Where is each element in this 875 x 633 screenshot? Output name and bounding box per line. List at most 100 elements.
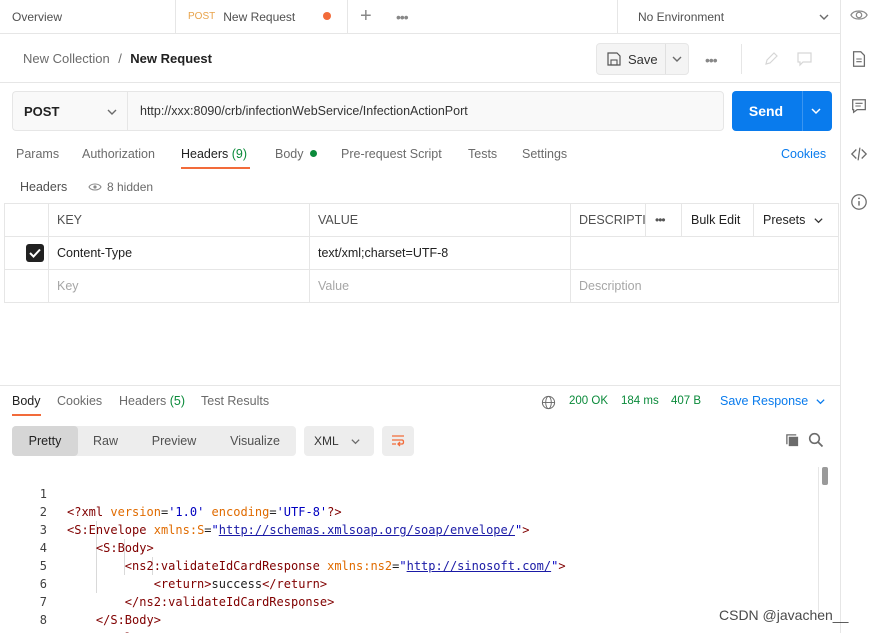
send-label: Send [748, 103, 784, 119]
eye-small-icon [88, 183, 102, 191]
code-line: 2 <S:Envelope xmlns:S="http://schemas.xm… [0, 485, 820, 537]
presets-chevron-down-icon [814, 217, 824, 223]
tab-params[interactable]: Params [16, 147, 59, 161]
send-button-group: Send [732, 91, 832, 131]
code-line: 8 </S:Envelope> [0, 593, 820, 633]
response-status[interactable]: 200 OK [569, 395, 608, 407]
response-time[interactable]: 184 ms [621, 395, 659, 407]
globe-icon[interactable] [541, 395, 556, 410]
edit-pencil-icon[interactable] [763, 51, 779, 67]
breadcrumb-request[interactable]: New Request [130, 51, 212, 66]
scrollbar-thumb[interactable] [822, 467, 828, 485]
new-key-input[interactable]: Key [48, 270, 309, 302]
send-button[interactable]: Send [732, 91, 800, 131]
save-response-label: Save Response [720, 394, 809, 408]
search-icon[interactable] [808, 432, 824, 448]
checkmark-icon [29, 248, 41, 258]
bulk-edit-button[interactable]: Bulk Edit [682, 204, 753, 236]
hidden-headers-label: 8 hidden [107, 180, 154, 194]
tab-overview[interactable]: Overview [0, 0, 176, 33]
header-row-checkbox[interactable] [26, 244, 44, 262]
new-tab-plus-icon[interactable]: + [360, 5, 372, 28]
save-chevron-down-icon[interactable] [671, 53, 683, 65]
url-input[interactable]: http://xxx:8090/crb/infectionWebService/… [127, 91, 724, 131]
col-header-value: VALUE [318, 213, 359, 227]
cookies-link[interactable]: Cookies [781, 147, 826, 161]
response-tab-headers-count: (5) [169, 394, 186, 408]
tab-body[interactable]: Body [275, 147, 317, 161]
response-tab-headers[interactable]: Headers (5) [119, 394, 185, 408]
view-mode-raw[interactable]: Raw [78, 426, 133, 456]
view-mode-group: Pretty Raw Preview Visualize [12, 426, 296, 456]
tab-new-request[interactable]: POST New Request [176, 0, 348, 33]
tab-title-label: New Request [223, 9, 296, 24]
tab-tests[interactable]: Tests [468, 147, 497, 161]
col-header-key: KEY [57, 213, 83, 227]
header-row-value[interactable]: text/xml;charset=UTF-8 [309, 237, 570, 269]
tab-authorization[interactable]: Authorization [82, 147, 155, 161]
document-icon[interactable] [850, 50, 868, 68]
tab-method-label: POST [188, 11, 216, 22]
response-tab-test-results[interactable]: Test Results [201, 394, 269, 408]
method-select[interactable]: POST [12, 91, 128, 131]
presets-dropdown[interactable]: Presets [754, 204, 838, 236]
response-tab-underline [12, 414, 41, 416]
response-size[interactable]: 407 B [671, 395, 701, 407]
request-more-icon[interactable]: ••• [705, 52, 718, 68]
copy-icon[interactable] [785, 433, 800, 448]
save-button[interactable]: Save [597, 44, 665, 74]
method-chevron-down-icon [107, 109, 117, 115]
header-row-description[interactable] [570, 237, 838, 269]
comments-icon[interactable] [796, 51, 813, 67]
body-indicator-dot [309, 150, 317, 157]
code-line: 1 <?xml version='1.0' encoding='UTF-8'?> [0, 467, 820, 519]
environment-select[interactable]: No Environment [617, 0, 840, 33]
eye-icon[interactable] [850, 6, 868, 24]
send-chevron-down-icon[interactable] [810, 105, 822, 117]
tab-settings[interactable]: Settings [522, 147, 567, 161]
response-code-editor[interactable]: 1 <?xml version='1.0' encoding='UTF-8'?>… [0, 467, 820, 633]
response-tab-cookies[interactable]: Cookies [57, 394, 102, 408]
view-mode-visualize[interactable]: Visualize [215, 426, 295, 456]
headers-section-title: Headers [20, 180, 68, 194]
wrap-icon [392, 435, 405, 447]
right-sidebar [840, 0, 875, 633]
response-tab-headers-label: Headers [119, 394, 167, 408]
hidden-headers-toggle[interactable]: 8 hidden [88, 180, 153, 194]
comment-icon[interactable] [850, 97, 868, 115]
tab-bar: Overview POST New Request + ••• No Envir… [0, 0, 840, 34]
code-icon[interactable] [850, 145, 868, 163]
save-response-chevron-down-icon [816, 398, 825, 404]
breadcrumb-collection[interactable]: New Collection [23, 51, 110, 66]
code-text: </S:Body> [95, 613, 161, 627]
watermark: CSDN @javachen__ [719, 607, 849, 623]
view-mode-preview[interactable]: Preview [135, 426, 213, 456]
code-line: 4 <ns2:validateIdCardResponse xmlns:ns2=… [0, 521, 820, 573]
unsaved-dot [323, 12, 331, 20]
view-mode-pretty[interactable]: Pretty [12, 426, 78, 456]
tab-headers[interactable]: Headers (9) [181, 147, 247, 161]
new-value-input[interactable]: Value [309, 270, 570, 302]
save-response-dropdown[interactable]: Save Response [720, 394, 826, 408]
active-tab-underline [181, 167, 250, 169]
tabs-more-icon[interactable]: ••• [396, 9, 409, 25]
wrap-lines-button[interactable] [382, 426, 414, 456]
save-label: Save [628, 51, 658, 67]
save-button-group: Save [596, 43, 689, 75]
header-row-key[interactable]: Content-Type [48, 237, 309, 269]
chevron-down-icon [819, 14, 829, 20]
code-line: 3 <S:Body> [0, 503, 820, 555]
breadcrumb-separator: / [118, 51, 122, 66]
scrollbar-track [818, 467, 819, 617]
code-line: 7 </S:Body> [0, 575, 820, 627]
info-icon[interactable] [850, 193, 868, 211]
format-select[interactable]: XML [304, 426, 374, 456]
code-text: </S:Envelope> [67, 629, 161, 633]
new-description-input[interactable]: Description [570, 270, 838, 302]
save-icon [607, 52, 621, 66]
tab-pre-request-script[interactable]: Pre-request Script [341, 147, 442, 161]
tab-headers-label: Headers [181, 147, 229, 161]
response-tab-body[interactable]: Body [12, 394, 41, 408]
table-more-icon[interactable]: ••• [655, 213, 666, 227]
breadcrumb: New Collection / New Request [23, 51, 212, 66]
